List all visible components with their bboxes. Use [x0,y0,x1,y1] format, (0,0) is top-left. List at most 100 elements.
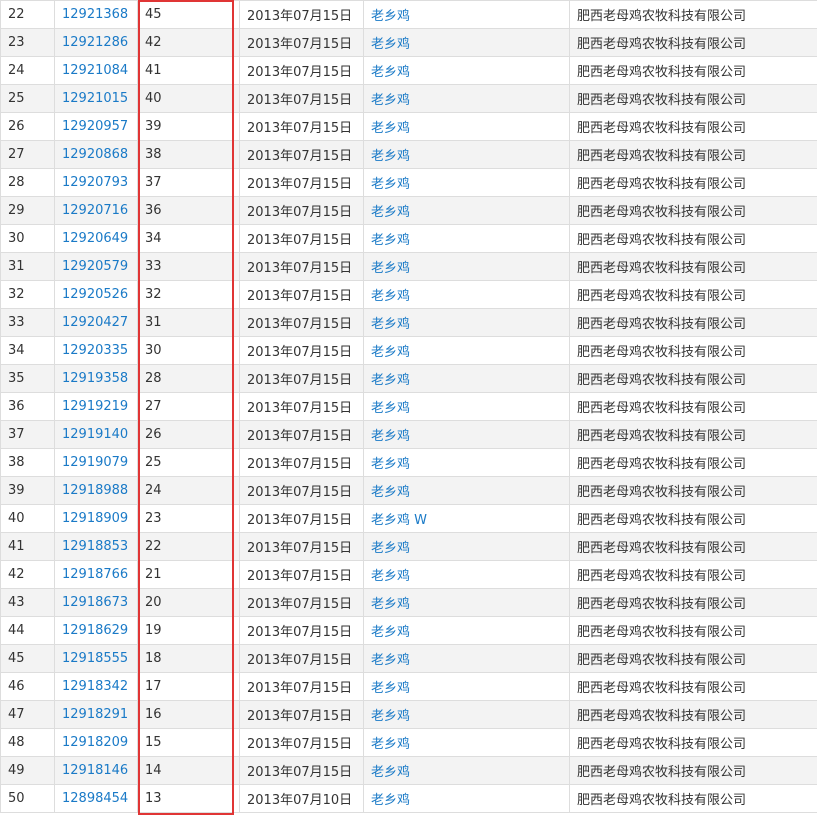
row-index-cell: 40 [0,504,55,533]
row-index-cell: 42 [0,560,55,589]
row-index-cell: 24 [0,56,55,85]
registration-number-link[interactable]: 12918766 [54,560,138,589]
trademark-name-link[interactable]: 老乡鸡 [363,336,570,365]
trademark-name-link[interactable]: 老乡鸡 [363,112,570,141]
class-number-cell: 25 [137,448,240,477]
registration-number-link[interactable]: 12920868 [54,140,138,169]
registration-number-link[interactable]: 12918209 [54,728,138,757]
registration-number-link[interactable]: 12920649 [54,224,138,253]
trademark-name-link[interactable]: 老乡鸡 [363,308,570,337]
registration-number-link[interactable]: 12921015 [54,84,138,113]
application-date-cell: 2013年07月15日 [239,252,364,281]
table-row: 36 12919219 27 2013年07月15日 老乡鸡 肥西老母鸡农牧科技有限公司 [0,392,817,421]
registration-number-link[interactable]: 12921286 [54,28,138,57]
table-row: 30 12920649 34 2013年07月15日 老乡鸡 肥西老母鸡农牧科技有限公司 [0,224,817,253]
registration-number-link[interactable]: 12918555 [54,644,138,673]
trademark-name-link[interactable]: 老乡鸡 [363,392,570,421]
registration-number-link[interactable]: 12919079 [54,448,138,477]
table-row: 43 12918673 20 2013年07月15日 老乡鸡 肥西老母鸡农牧科技有限公司 [0,588,817,617]
trademark-name-link[interactable]: 老乡鸡 [363,616,570,645]
class-number-cell: 31 [137,308,240,337]
trademark-name-link[interactable]: 老乡鸡 [363,756,570,785]
applicant-cell: 肥西老母鸡农牧科技有限公司 [569,672,817,701]
registration-number-link[interactable]: 12920716 [54,196,138,225]
application-date-cell: 2013年07月15日 [239,56,364,85]
applicant-cell: 肥西老母鸡农牧科技有限公司 [569,336,817,365]
registration-number-link[interactable]: 12918629 [54,616,138,645]
registration-number-link[interactable]: 12920427 [54,308,138,337]
application-date-cell: 2013年07月15日 [239,140,364,169]
registration-number-link[interactable]: 12920793 [54,168,138,197]
registration-number-link[interactable]: 12921368 [54,0,138,29]
class-number-cell: 24 [137,476,240,505]
trademark-name-link[interactable]: 老乡鸡 [363,532,570,561]
trademark-name-link[interactable]: 老乡鸡 [363,364,570,393]
trademark-name-link[interactable]: 老乡鸡 [363,252,570,281]
class-number-cell: 42 [137,28,240,57]
class-number-cell: 17 [137,672,240,701]
trademark-name-link[interactable]: 老乡鸡 [363,560,570,589]
class-number-cell: 38 [137,140,240,169]
class-number-cell: 27 [137,392,240,421]
trademark-name-link[interactable]: 老乡鸡 [363,644,570,673]
registration-number-link[interactable]: 12898454 [54,784,138,813]
applicant-cell: 肥西老母鸡农牧科技有限公司 [569,448,817,477]
trademark-name-link[interactable]: 老乡鸡 [363,588,570,617]
registration-number-link[interactable]: 12918853 [54,532,138,561]
application-date-cell: 2013年07月10日 [239,784,364,813]
trademark-name-link[interactable]: 老乡鸡 [363,28,570,57]
table-row: 33 12920427 31 2013年07月15日 老乡鸡 肥西老母鸡农牧科技有限公司 [0,308,817,337]
trademark-name-link[interactable]: 老乡鸡 [363,140,570,169]
registration-number-link[interactable]: 12920579 [54,252,138,281]
application-date-cell: 2013年07月15日 [239,728,364,757]
row-index-cell: 45 [0,644,55,673]
trademark-name-link[interactable]: 老乡鸡 [363,672,570,701]
row-index-cell: 29 [0,196,55,225]
applicant-cell: 肥西老母鸡农牧科技有限公司 [569,644,817,673]
row-index-cell: 48 [0,728,55,757]
trademark-name-link[interactable]: 老乡鸡 [363,224,570,253]
registration-number-link[interactable]: 12918291 [54,700,138,729]
trademark-name-link[interactable]: 老乡鸡 [363,0,570,29]
trademark-name-link[interactable]: 老乡鸡 [363,84,570,113]
registration-number-link[interactable]: 12919219 [54,392,138,421]
applicant-cell: 肥西老母鸡农牧科技有限公司 [569,392,817,421]
application-date-cell: 2013年07月15日 [239,672,364,701]
trademark-name-link[interactable]: 老乡鸡 [363,280,570,309]
registration-number-link[interactable]: 12918146 [54,756,138,785]
trademark-name-link[interactable]: 老乡鸡 [363,420,570,449]
applicant-cell: 肥西老母鸡农牧科技有限公司 [569,560,817,589]
trademark-name-link[interactable]: 老乡鸡 [363,56,570,85]
table-row: 34 12920335 30 2013年07月15日 老乡鸡 肥西老母鸡农牧科技有限公司 [0,336,817,365]
registration-number-link[interactable]: 12918342 [54,672,138,701]
class-number-cell: 39 [137,112,240,141]
registration-number-link[interactable]: 12920957 [54,112,138,141]
registration-number-link[interactable]: 12920335 [54,336,138,365]
trademark-name-link[interactable]: 老乡鸡 W [363,504,570,533]
registration-number-link[interactable]: 12920526 [54,280,138,309]
trademark-name-link[interactable]: 老乡鸡 [363,476,570,505]
class-number-cell: 20 [137,588,240,617]
trademark-name-link[interactable]: 老乡鸡 [363,700,570,729]
application-date-cell: 2013年07月15日 [239,756,364,785]
trademark-name-link[interactable]: 老乡鸡 [363,448,570,477]
trademark-name-link[interactable]: 老乡鸡 [363,728,570,757]
class-number-cell: 13 [137,784,240,813]
trademark-name-link[interactable]: 老乡鸡 [363,784,570,813]
application-date-cell: 2013年07月15日 [239,560,364,589]
registration-number-link[interactable]: 12919358 [54,364,138,393]
row-index-cell: 26 [0,112,55,141]
row-index-cell: 44 [0,616,55,645]
registration-number-link[interactable]: 12918988 [54,476,138,505]
trademark-name-link[interactable]: 老乡鸡 [363,196,570,225]
registration-number-link[interactable]: 12921084 [54,56,138,85]
application-date-cell: 2013年07月15日 [239,224,364,253]
application-date-cell: 2013年07月15日 [239,420,364,449]
applicant-cell: 肥西老母鸡农牧科技有限公司 [569,140,817,169]
table-row: 39 12918988 24 2013年07月15日 老乡鸡 肥西老母鸡农牧科技有限公司 [0,476,817,505]
registration-number-link[interactable]: 12919140 [54,420,138,449]
applicant-cell: 肥西老母鸡农牧科技有限公司 [569,112,817,141]
trademark-name-link[interactable]: 老乡鸡 [363,168,570,197]
registration-number-link[interactable]: 12918909 [54,504,138,533]
registration-number-link[interactable]: 12918673 [54,588,138,617]
